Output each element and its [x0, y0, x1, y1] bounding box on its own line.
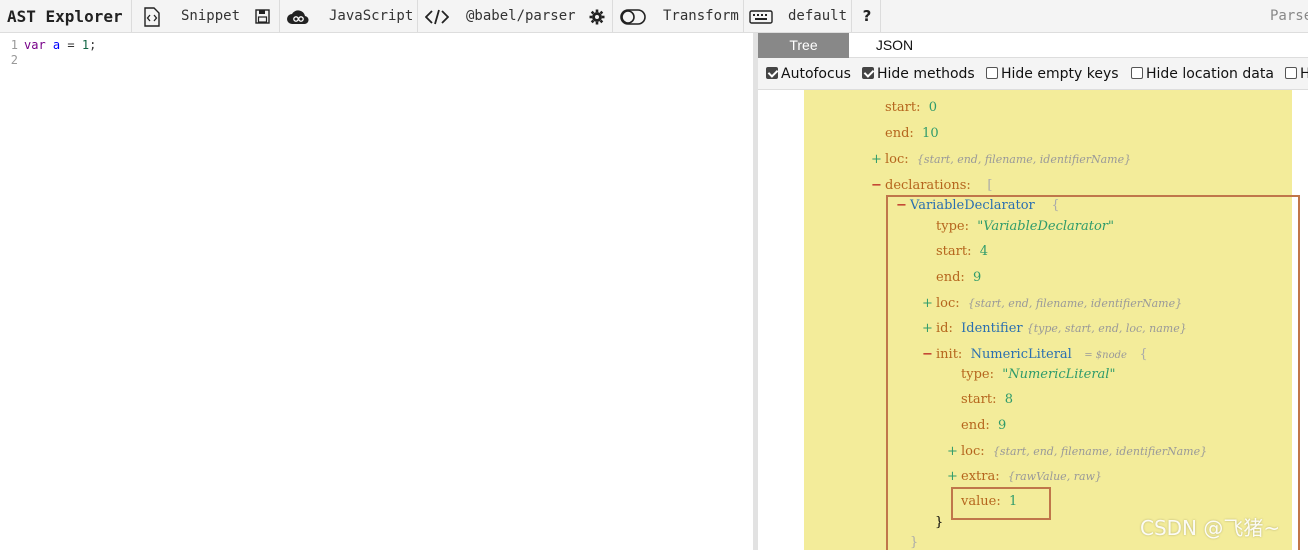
parser-menu[interactable]: @babel/parser [466, 0, 576, 32]
line-number: 2 [10, 53, 18, 67]
identifier-token: a [52, 38, 61, 52]
collapse-icon[interactable]: − [871, 176, 885, 196]
toolbar-divider [880, 0, 881, 32]
number-token: 1 [81, 38, 90, 52]
code-icon[interactable] [424, 0, 450, 32]
toolbar-divider [612, 0, 613, 32]
toolbar-divider [279, 0, 280, 32]
toggle-icon[interactable] [620, 0, 646, 32]
keyword-token: var [24, 38, 46, 52]
output-tabs: Tree JSON [758, 33, 1308, 58]
save-icon[interactable] [250, 0, 274, 32]
parse-status: Parse [1270, 8, 1308, 24]
highlight-box-declarator [886, 195, 1300, 550]
keymap-menu[interactable]: default [788, 0, 847, 32]
snippet-menu[interactable]: Snippet [181, 0, 240, 32]
help-button[interactable]: ? [855, 0, 879, 32]
line-number: 1 [10, 38, 18, 52]
app-title: AST Explorer [7, 7, 123, 26]
snippet-icon[interactable] [140, 0, 164, 32]
output-panel: Tree JSON Autofocus Hide methods Hide em… [758, 33, 1308, 550]
operator-token: = [67, 38, 75, 52]
gear-icon[interactable] [585, 0, 609, 32]
language-menu[interactable]: JavaScript [329, 0, 413, 32]
tree-prop-end: end: 10 [885, 126, 939, 141]
transform-menu[interactable]: Transform [663, 0, 739, 32]
highlight-box-value [951, 487, 1051, 520]
hide-methods-checkbox[interactable] [862, 67, 874, 79]
code-editor[interactable]: 1 var a = 1; 2 [0, 33, 753, 550]
hide-methods-option[interactable]: Hide methods [862, 65, 975, 83]
tree-prop-loc[interactable]: + loc: {start, end, filename, identifierN… [871, 150, 1131, 170]
autofocus-checkbox[interactable] [766, 67, 778, 79]
autofocus-option[interactable]: Autofocus [766, 65, 851, 83]
toolbar-divider [131, 0, 132, 32]
tree-prop-declarations[interactable]: − declarations: [ [871, 176, 992, 196]
cloud-icon[interactable] [286, 0, 310, 32]
code-line-1[interactable]: 1 var a = 1; [0, 38, 97, 53]
hide-location-option[interactable]: Hide location data [1131, 65, 1274, 83]
tree-prop-start: start: 0 [885, 100, 938, 115]
hide-empty-keys-checkbox[interactable] [986, 67, 998, 79]
tab-json[interactable]: JSON [849, 33, 940, 58]
tree-options: Autofocus Hide methods Hide empty keys H… [758, 58, 1308, 90]
hide-more-checkbox[interactable] [1285, 67, 1297, 79]
toolbar-divider [417, 0, 418, 32]
toolbar-divider [743, 0, 744, 32]
hide-more-option[interactable]: H [1285, 65, 1308, 83]
hide-location-checkbox[interactable] [1131, 67, 1143, 79]
watermark: CSDN @飞猪~ [1140, 516, 1281, 540]
keyboard-icon[interactable] [749, 0, 773, 32]
semicolon-token: ; [89, 38, 97, 52]
ast-tree: start: 0 end: 10 + loc: {start, end, file… [758, 90, 1308, 550]
toolbar: AST Explorer Snippet JavaScript @babel/p… [0, 0, 1308, 33]
hide-empty-keys-option[interactable]: Hide empty keys [986, 65, 1119, 83]
toolbar-divider [851, 0, 852, 32]
expand-icon[interactable]: + [871, 150, 885, 170]
tab-tree[interactable]: Tree [758, 33, 849, 58]
code-line-2[interactable]: 2 [0, 53, 24, 68]
